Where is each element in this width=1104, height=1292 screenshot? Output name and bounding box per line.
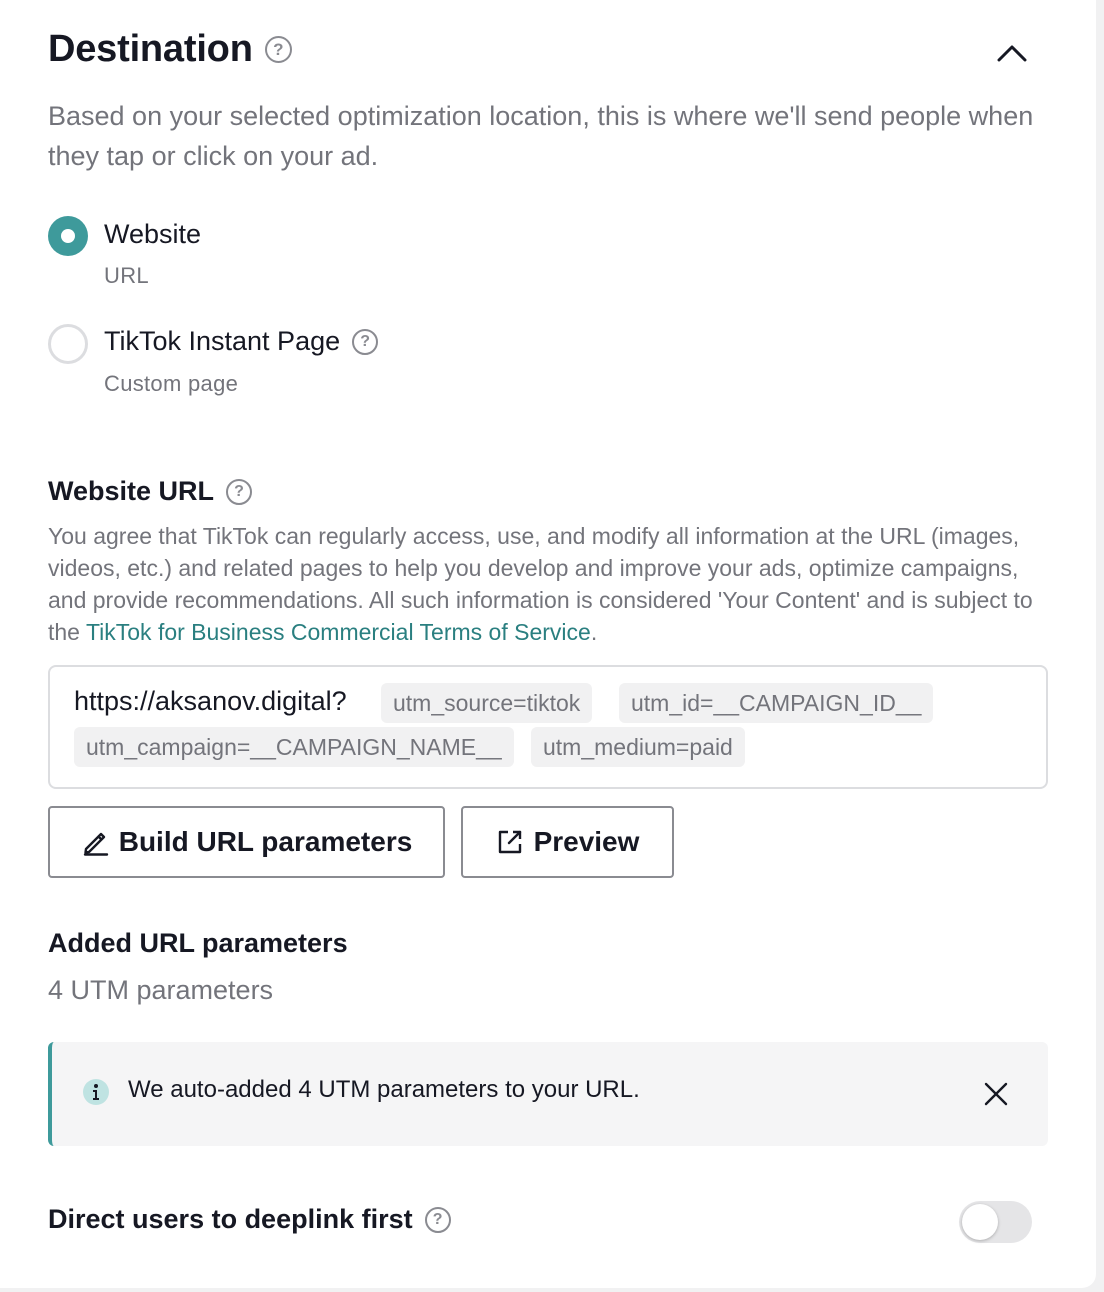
option-instant-page: TikTok Instant Page ? — [104, 326, 379, 357]
external-link-icon — [498, 830, 521, 854]
radio-website[interactable] — [48, 216, 88, 256]
added-params-count: 4 UTM parameters — [48, 975, 274, 1005]
url-base-text: https://aksanov.digital? — [74, 686, 347, 716]
utm-param-chip: utm_medium=paid — [531, 727, 745, 767]
help-icon[interactable]: ? — [264, 36, 292, 63]
preview-button[interactable]: Preview — [461, 806, 674, 878]
utm-param-chip: utm_campaign=__CAMPAIGN_NAME__ — [74, 727, 514, 767]
build-url-parameters-button[interactable]: Build URL parameters — [48, 806, 445, 878]
utm-param-chip: utm_source=tiktok — [381, 683, 593, 723]
deeplink-label: Direct users to deeplink first — [48, 1204, 413, 1234]
preview-label: Preview — [533, 826, 640, 857]
added-params-title: Added URL parameters — [48, 928, 348, 958]
toggle-knob — [962, 1204, 998, 1240]
close-icon[interactable] — [982, 1080, 1010, 1108]
info-icon — [83, 1079, 109, 1105]
legal-notice: You agree that TikTok can regularly acce… — [48, 520, 1058, 648]
section-header: Destination ? — [48, 28, 292, 71]
pencil-icon — [83, 832, 108, 856]
chevron-up-icon[interactable] — [994, 36, 1030, 68]
website-url-title: Website URL — [48, 476, 215, 506]
destination-title: Destination — [48, 28, 253, 70]
help-icon[interactable]: ? — [226, 478, 253, 505]
deeplink-toggle[interactable] — [959, 1201, 1032, 1243]
utm-param-chip: utm_id=__CAMPAIGN_ID__ — [619, 683, 934, 723]
destination-card: Destination ? Based on your selected opt… — [0, 0, 1096, 1288]
deeplink-row: Direct users to deeplink first ? — [48, 1204, 451, 1235]
build-url-parameters-label: Build URL parameters — [118, 826, 413, 857]
option-instant-page-label[interactable]: TikTok Instant Page — [104, 326, 340, 357]
option-instant-page-sublabel: Custom page — [104, 371, 239, 396]
legal-end: . — [590, 619, 598, 645]
destination-description: Based on your selected optimization loca… — [48, 101, 1034, 171]
website-url-header: Website URL ? — [48, 476, 253, 507]
option-website-label[interactable]: Website — [104, 219, 201, 250]
radio-instant-page[interactable] — [48, 324, 88, 364]
terms-link[interactable]: TikTok for Business Commercial Terms of … — [86, 619, 591, 645]
notice-text: We auto-added 4 UTM parameters to your U… — [128, 1076, 640, 1103]
option-website-sublabel: URL — [104, 263, 149, 288]
help-icon[interactable]: ? — [424, 1206, 451, 1233]
help-icon[interactable]: ? — [352, 328, 379, 355]
